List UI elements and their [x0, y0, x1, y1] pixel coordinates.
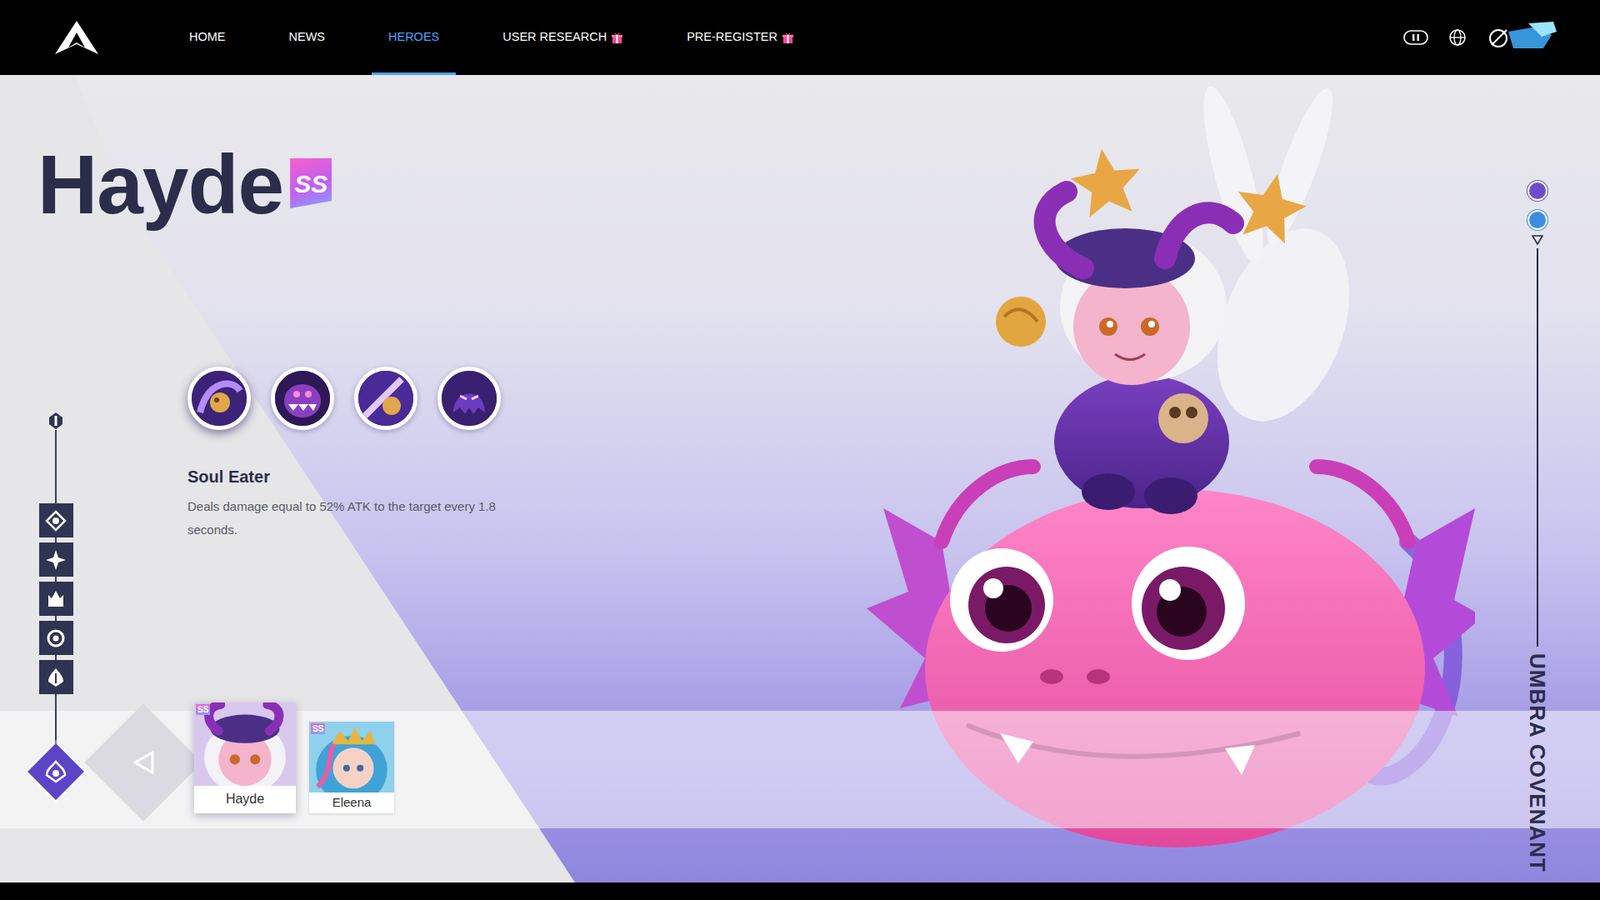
nav-label: USER RESEARCH: [502, 28, 607, 47]
skill-icon: [441, 370, 497, 426]
faction-side-rail: UMBRA COVENANT: [1475, 75, 1600, 883]
skill-icon: [275, 370, 330, 426]
hero-name: Hayde: [37, 142, 284, 226]
triangle-down-icon: [1531, 235, 1544, 245]
nav-link-item[interactable]: PRE-REGISTER: [670, 0, 811, 75]
nav-link-item[interactable]: HOME: [172, 0, 243, 75]
nav-entry: PRE-REGISTER: [670, 0, 811, 75]
selected-pointer: [210, 423, 228, 440]
back-button[interactable]: [91, 703, 195, 821]
main-menu: HOME NEWS HEROES USER RESEARCH PRE-REGISTER: [172, 0, 811, 75]
hero-portrait-icon: [194, 702, 296, 786]
hero-card[interactable]: SS Eleena: [309, 721, 395, 814]
rail-line: [55, 694, 57, 745]
hero-card[interactable]: SS Hayde: [194, 702, 296, 814]
skill-button[interactable]: [354, 366, 418, 430]
rank-badge: SS: [195, 704, 210, 715]
faction-emblem-icon: [45, 588, 67, 610]
hero-portrait: [194, 702, 296, 786]
nav-link-item[interactable]: USER RESEARCH: [485, 0, 640, 75]
all-factions-button[interactable]: [27, 743, 85, 800]
title-row: Hayde SS: [0, 75, 834, 226]
faction-badge-icon[interactable]: [1527, 180, 1548, 201]
faction-filter[interactable]: [39, 581, 74, 616]
skill-title: Soul Eater: [187, 466, 517, 487]
globe-icon[interactable]: [1448, 28, 1467, 47]
rail-line: [1536, 248, 1539, 647]
hero-stage: Hayde SS Soul Eater Deals damage equal t…: [0, 75, 1600, 883]
game-emblem-icon[interactable]: [1486, 20, 1559, 55]
hero-card-name: Hayde: [194, 785, 296, 814]
rank-badge: SS: [310, 723, 325, 735]
top-navigation: HOME NEWS HEROES USER RESEARCH PRE-REGISTER: [0, 0, 1600, 75]
skill-description: Deals damage equal to 52% ATK to the tar…: [187, 495, 517, 542]
nav-entry: HOME: [172, 0, 243, 75]
faction-emblem-icon: [45, 666, 67, 689]
skill-icon: [191, 370, 247, 426]
skill-button[interactable]: [437, 366, 501, 430]
rail-line: [55, 430, 57, 504]
faction-filter[interactable]: [39, 542, 74, 577]
rank-badge: SS: [290, 158, 332, 209]
logo-icon[interactable]: [0, 0, 155, 75]
skill-icon: [358, 370, 414, 426]
role-badge-icon[interactable]: [1527, 210, 1548, 230]
arrow-left-icon: [132, 750, 155, 775]
faction-filter[interactable]: [39, 620, 74, 655]
skill-list: [187, 366, 517, 430]
umbra-emblem-icon: [43, 759, 69, 785]
filter-toggle-icon[interactable]: [46, 411, 65, 430]
bottom-bar: [0, 882, 1600, 900]
nav-entry: HEROES: [371, 0, 456, 75]
nav-label: HEROES: [388, 28, 440, 47]
nav-entry: NEWS: [272, 0, 343, 75]
gift-icon: [610, 31, 624, 45]
faction-emblem-icon: [45, 627, 67, 650]
hero-card-name: Eleena: [309, 792, 395, 814]
faction-rail: [0, 225, 112, 883]
faction-emblem-icon: [45, 549, 67, 571]
nav-label: PRE-REGISTER: [686, 28, 778, 47]
hero-roster: SS Hayde SS Eleena: [0, 710, 1600, 829]
skill-button[interactable]: [270, 366, 335, 430]
nav-link-item[interactable]: HEROES: [371, 0, 456, 75]
gift-icon: [781, 31, 795, 45]
faction-emblem-icon: [45, 510, 67, 532]
faction-filter[interactable]: [39, 660, 74, 695]
toolbar: [1403, 0, 1600, 75]
faction-filter[interactable]: [39, 503, 74, 538]
nav-label: NEWS: [289, 28, 326, 47]
nav-link-item[interactable]: NEWS: [272, 0, 343, 75]
skill-button[interactable]: [187, 366, 251, 430]
nav-label: HOME: [189, 28, 226, 47]
pause-toggle-icon[interactable]: [1403, 30, 1429, 45]
faction-name: UMBRA COVENANT: [1525, 653, 1550, 873]
nav-entry: USER RESEARCH: [485, 0, 640, 75]
